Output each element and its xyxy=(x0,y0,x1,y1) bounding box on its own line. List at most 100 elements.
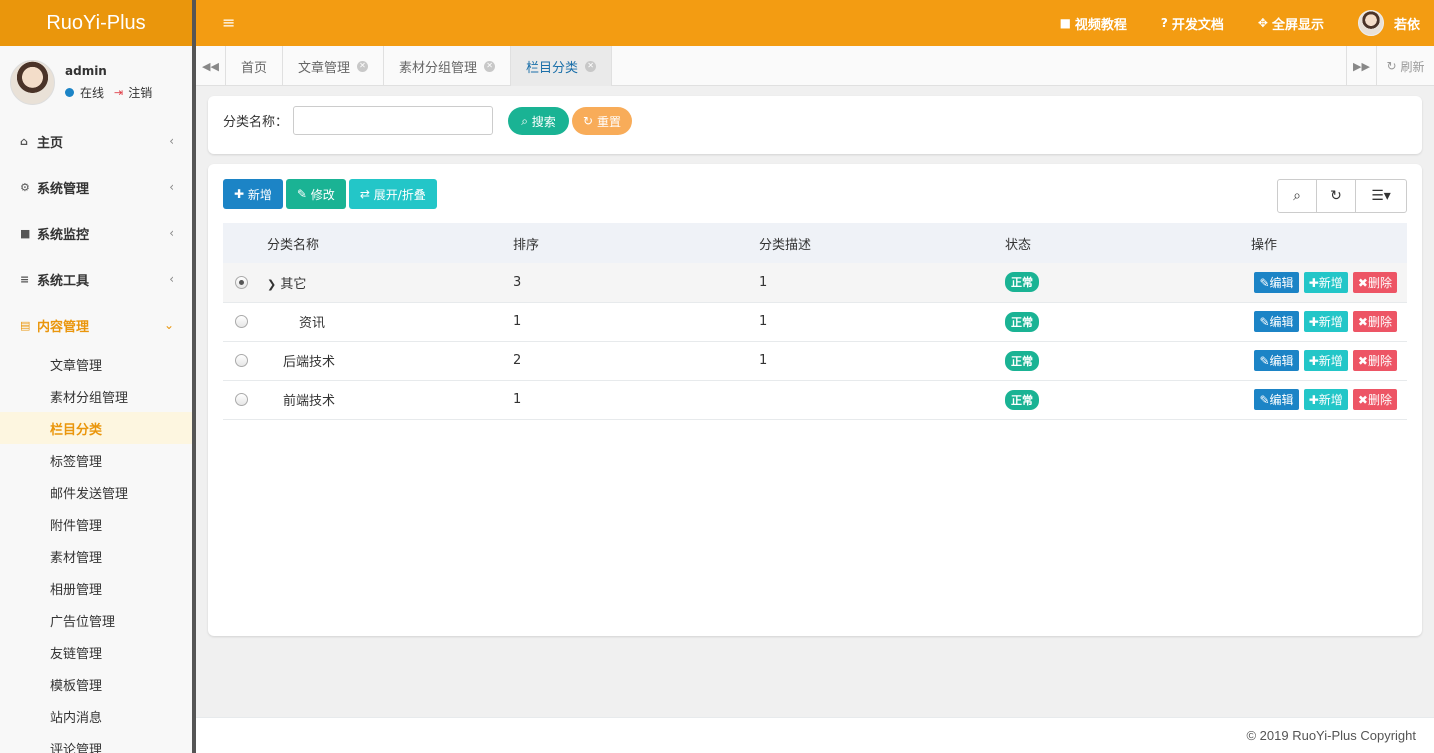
sidebar-subitem-ads[interactable]: 广告位管理 xyxy=(0,604,192,636)
search-button[interactable]: ⌕ 搜索 xyxy=(508,107,569,135)
category-name-input[interactable] xyxy=(293,106,493,135)
sidebar-subitem-materials[interactable]: 素材管理 xyxy=(0,540,192,572)
content-submenu: 文章管理 素材分组管理 栏目分类 标签管理 邮件发送管理 附件管理 素材管理 相… xyxy=(0,348,192,753)
category-name: 后端技术 xyxy=(283,355,336,370)
tab-articles[interactable]: 文章管理 ✕ xyxy=(283,46,385,86)
search-icon: ⌕ xyxy=(1293,188,1301,204)
close-icon[interactable]: ✕ xyxy=(484,60,496,72)
tab-categories[interactable]: 栏目分类 ✕ xyxy=(511,46,613,86)
sidebar-subitem-links[interactable]: 友链管理 xyxy=(0,636,192,668)
add-button[interactable]: ✚ 新增 xyxy=(223,179,283,209)
logout-icon[interactable]: ⇥ xyxy=(114,86,123,99)
column-header: 分类名称 xyxy=(267,237,320,253)
sidebar-item-tools[interactable]: ≡ 系统工具 ‹ xyxy=(0,256,192,302)
reset-button[interactable]: ↻ 重置 xyxy=(572,107,632,135)
sidebar-subitem-messages[interactable]: 站内消息 xyxy=(0,700,192,732)
row-edit-button[interactable]: ✎编辑 xyxy=(1254,271,1299,293)
row-radio[interactable] xyxy=(235,275,248,289)
sidebar-subitem-comments[interactable]: 评论管理 xyxy=(0,732,192,753)
row-edit-button[interactable]: ✎编辑 xyxy=(1254,311,1299,332)
sidebar-subitem-material-groups[interactable]: 素材分组管理 xyxy=(0,380,192,412)
tabs-scroll-left-icon[interactable]: ◀◀ xyxy=(196,46,226,86)
refresh-icon: ↻ xyxy=(583,114,594,128)
dev-docs-link[interactable]: ? 开发文档 xyxy=(1161,14,1224,33)
user-nickname: 若依 xyxy=(1393,17,1420,33)
add-button-label: 新增 xyxy=(247,187,272,202)
camera-icon: ■ xyxy=(20,226,31,240)
row-radio[interactable] xyxy=(235,315,248,328)
top-header: ≡ ■ 视频教程 ? 开发文档 ✥ 全屏显示 若依 xyxy=(196,0,1434,46)
sidebar-item-home[interactable]: ⌂ 主页 ‹ xyxy=(0,118,192,164)
user-panel: admin 在线 ⇥ 注销 xyxy=(0,46,192,118)
sidebar-subitem-albums[interactable]: 相册管理 xyxy=(0,572,192,604)
sidebar-subitem-templates[interactable]: 模板管理 xyxy=(0,668,192,700)
row-radio[interactable] xyxy=(235,393,248,406)
fullscreen-link[interactable]: ✥ 全屏显示 xyxy=(1258,14,1324,33)
sidebar-subitem-tags[interactable]: 标签管理 xyxy=(0,444,192,476)
chevron-left-icon: ‹ xyxy=(169,226,174,240)
refresh-tab-button[interactable]: ↻ 刷新 xyxy=(1376,46,1434,86)
toggle-search-button[interactable]: ⌕ xyxy=(1278,180,1317,212)
row-add-button[interactable]: ✚新增 xyxy=(1303,389,1348,410)
sidebar-item-system[interactable]: ⚙ 系统管理 ‹ xyxy=(0,164,192,210)
sidebar-subitem-articles[interactable]: 文章管理 xyxy=(0,348,192,380)
user-menu[interactable]: 若依 xyxy=(1357,10,1420,36)
table-row[interactable]: ❯ 其它 3 1 正常 ✎编辑 ✚新增 ✖删除 xyxy=(223,263,1407,302)
menu-toggle-icon[interactable]: ≡ xyxy=(222,13,235,32)
status-badge: 正常 xyxy=(1005,350,1039,371)
video-tutorial-link[interactable]: ■ 视频教程 xyxy=(1060,14,1127,33)
sidebar-item-monitor[interactable]: ■ 系统监控 ‹ xyxy=(0,210,192,256)
tabs-scroll-right-icon[interactable]: ▶▶ xyxy=(1346,46,1376,86)
row-add-button[interactable]: ✚新增 xyxy=(1303,271,1348,293)
online-status-icon xyxy=(65,87,74,97)
exchange-icon: ⇄ xyxy=(359,187,370,201)
category-name: 资讯 xyxy=(299,316,326,331)
table-row[interactable]: 后端技术 2 1 正常 ✎编辑 ✚新增 ✖删除 xyxy=(223,341,1407,380)
row-delete-button[interactable]: ✖删除 xyxy=(1352,389,1397,410)
table-row[interactable]: 资讯 1 1 正常 ✎编辑 ✚新增 ✖删除 xyxy=(223,302,1407,341)
sidebar-item-label: 主页 xyxy=(37,135,64,151)
category-name-label: 分类名称： xyxy=(223,115,289,130)
avatar[interactable] xyxy=(10,59,55,105)
tab-material-groups[interactable]: 素材分组管理 ✕ xyxy=(384,46,512,86)
avatar xyxy=(1357,10,1384,36)
copyright-text: © 2019 RuoYi-Plus Copyright xyxy=(1246,728,1416,743)
video-icon: ■ xyxy=(1059,16,1071,30)
video-tutorial-label: 视频教程 xyxy=(1074,17,1127,33)
tab-home[interactable]: 首页 xyxy=(226,46,284,86)
close-icon[interactable]: ✕ xyxy=(357,60,369,72)
sidebar-menu: ⌂ 主页 ‹ ⚙ 系统管理 ‹ ■ 系统监控 ‹ ≡ 系统工具 ‹ ▤ 内容管理… xyxy=(0,118,192,348)
close-icon[interactable]: ✕ xyxy=(585,60,597,72)
sidebar-item-label: 内容管理 xyxy=(37,319,90,335)
category-description: 1 xyxy=(759,353,768,368)
app-logo[interactable]: RuoYi-Plus xyxy=(0,0,192,46)
table-row[interactable]: 前端技术 1 正常 ✎编辑 ✚新增 ✖删除 xyxy=(223,380,1407,419)
row-edit-button[interactable]: ✎编辑 xyxy=(1254,389,1299,410)
dev-docs-label: 开发文档 xyxy=(1171,17,1224,33)
edit-button[interactable]: ✎ 修改 xyxy=(285,179,346,209)
expand-collapse-label: 展开/折叠 xyxy=(373,187,426,202)
refresh-table-button[interactable]: ↻ xyxy=(1317,180,1356,212)
expand-collapse-button[interactable]: ⇄ 展开/折叠 xyxy=(348,179,437,209)
row-delete-button[interactable]: ✖删除 xyxy=(1352,350,1397,371)
row-add-button[interactable]: ✚新增 xyxy=(1303,311,1348,332)
sidebar-item-content[interactable]: ▤ 内容管理 ⌄ xyxy=(0,302,192,348)
row-delete-button[interactable]: ✖删除 xyxy=(1352,311,1397,332)
table-panel: ✚ 新增 ✎ 修改 ⇄ 展开/折叠 ⌕ ↻ ☰▾ 分类名称 排序 分类描述 状态… xyxy=(208,164,1422,636)
sidebar-subitem-mail[interactable]: 邮件发送管理 xyxy=(0,476,192,508)
category-description: 1 xyxy=(759,314,768,329)
logout-link[interactable]: 注销 xyxy=(128,84,152,101)
columns-dropdown-button[interactable]: ☰▾ xyxy=(1356,180,1406,212)
row-edit-button[interactable]: ✎编辑 xyxy=(1254,350,1299,371)
column-header: 操作 xyxy=(1251,237,1278,253)
category-table: 分类名称 排序 分类描述 状态 操作 ❯ 其它 3 1 正常 ✎编辑 ✚新增 ✖… xyxy=(223,223,1407,420)
fullscreen-label: 全屏显示 xyxy=(1271,17,1324,33)
expand-chevron-icon[interactable]: ❯ xyxy=(267,278,276,291)
row-add-button[interactable]: ✚新增 xyxy=(1303,350,1348,371)
row-delete-button[interactable]: ✖删除 xyxy=(1352,271,1397,293)
sidebar-subitem-categories[interactable]: 栏目分类 xyxy=(0,412,192,444)
home-icon: ⌂ xyxy=(20,134,28,148)
search-button-label: 搜索 xyxy=(531,114,556,129)
row-radio[interactable] xyxy=(235,354,248,367)
sidebar-subitem-attachments[interactable]: 附件管理 xyxy=(0,508,192,540)
